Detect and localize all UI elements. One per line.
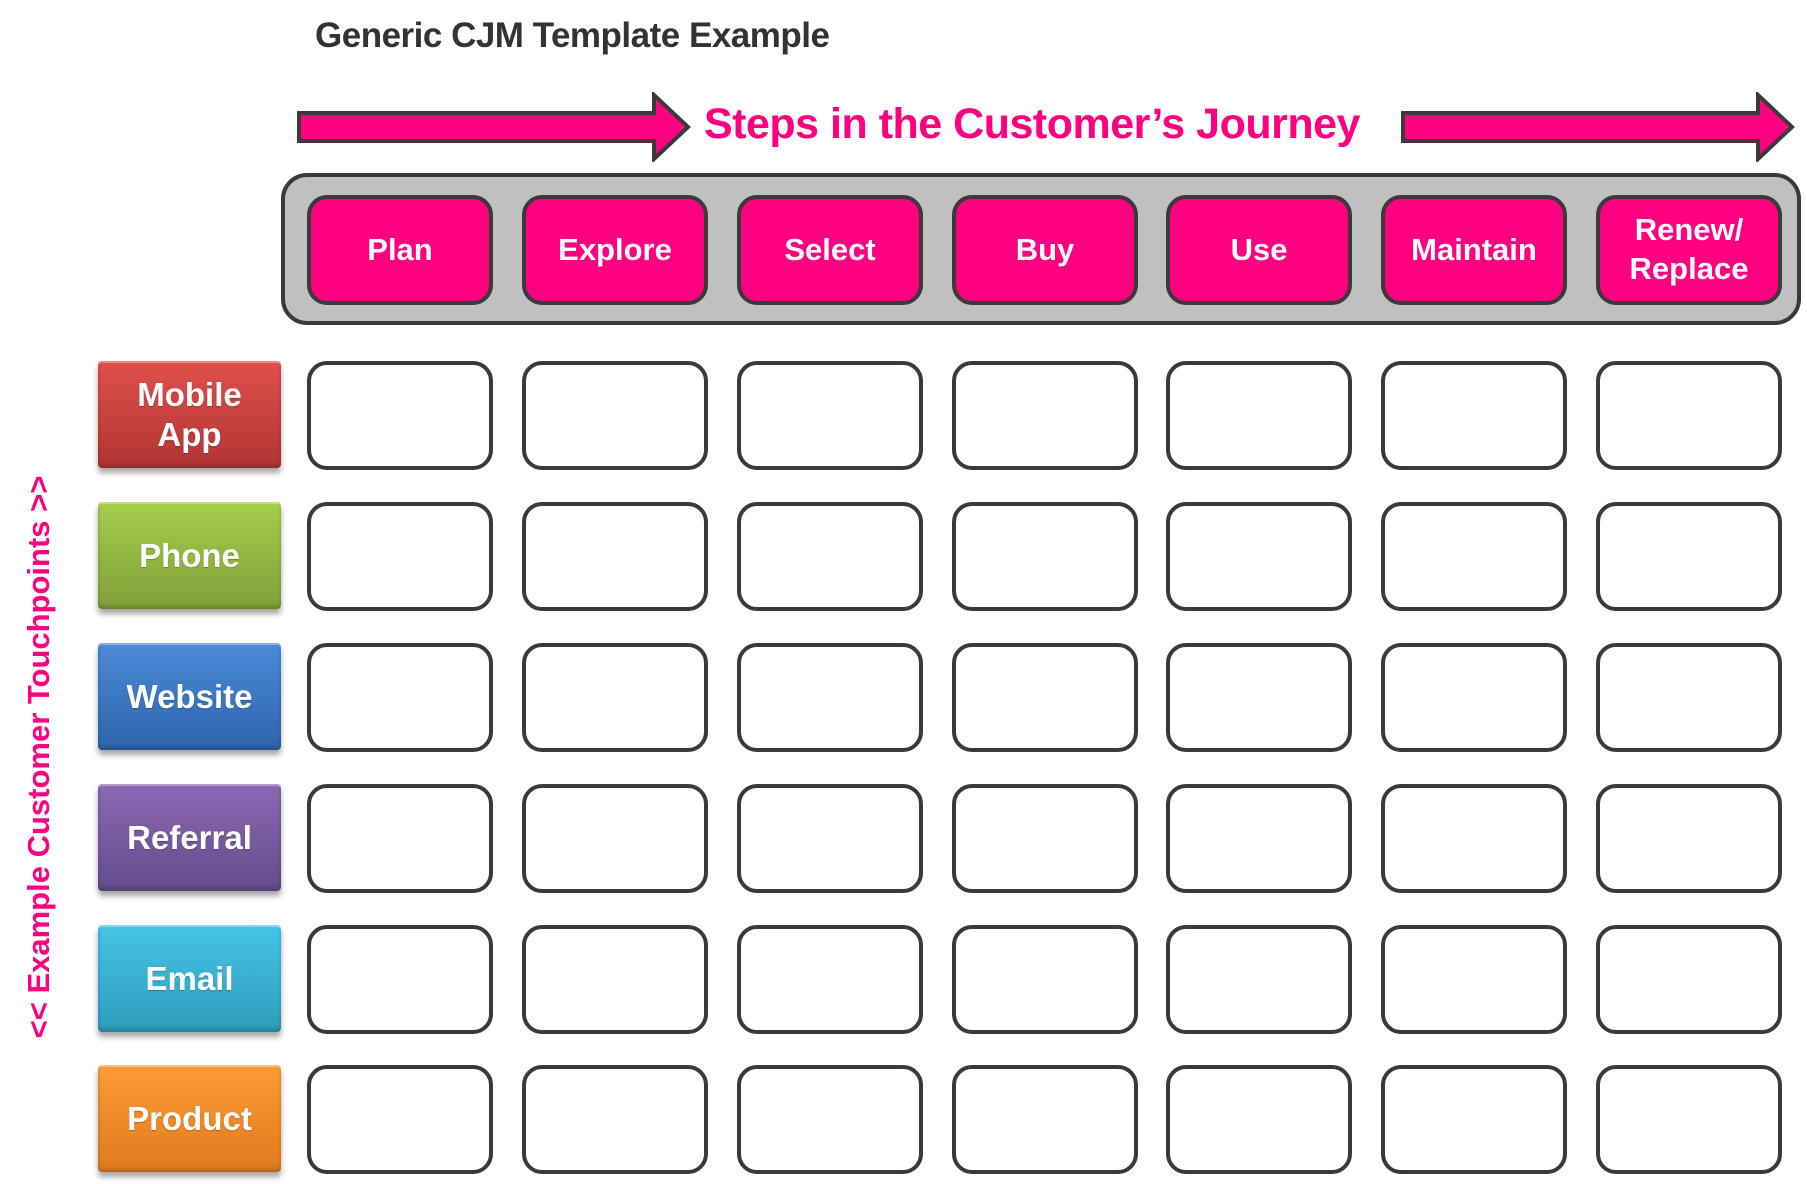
touchpoint-email[interactable]: Email xyxy=(98,925,281,1032)
touchpoints-axis-label: << Example Customer Touchpoints >> xyxy=(21,475,56,1039)
touchpoint-phone[interactable]: Phone xyxy=(98,502,281,609)
grid-cell-referral-use[interactable] xyxy=(1166,784,1352,893)
grid-cell-product-buy[interactable] xyxy=(952,1065,1138,1174)
step-buy[interactable]: Buy xyxy=(952,195,1138,305)
step-use[interactable]: Use xyxy=(1166,195,1352,305)
page-title: Generic CJM Template Example xyxy=(315,16,830,55)
journey-heading: Steps in the Customer’s Journey xyxy=(704,100,1360,148)
grid-cell-product-renew-replace[interactable] xyxy=(1596,1065,1782,1174)
touchpoint-website[interactable]: Website xyxy=(98,643,281,750)
grid-cell-website-select[interactable] xyxy=(737,643,923,752)
grid-cell-phone-select[interactable] xyxy=(737,502,923,611)
grid-cell-product-explore[interactable] xyxy=(522,1065,708,1174)
grid-cell-mobile-app-select[interactable] xyxy=(737,361,923,470)
grid-cell-website-buy[interactable] xyxy=(952,643,1138,752)
touchpoint-referral[interactable]: Referral xyxy=(98,784,281,891)
grid-cell-referral-buy[interactable] xyxy=(952,784,1138,893)
grid-cell-email-use[interactable] xyxy=(1166,925,1352,1034)
touchpoint-mobile-app[interactable]: Mobile App xyxy=(98,361,281,468)
grid-cell-referral-renew-replace[interactable] xyxy=(1596,784,1782,893)
left-arrow-icon xyxy=(297,92,691,162)
grid-cell-email-renew-replace[interactable] xyxy=(1596,925,1782,1034)
step-explore[interactable]: Explore xyxy=(522,195,708,305)
grid-cell-website-use[interactable] xyxy=(1166,643,1352,752)
grid-cell-referral-maintain[interactable] xyxy=(1381,784,1567,893)
step-maintain[interactable]: Maintain xyxy=(1381,195,1567,305)
grid-cell-product-plan[interactable] xyxy=(307,1065,493,1174)
grid-cell-website-plan[interactable] xyxy=(307,643,493,752)
grid-cell-email-plan[interactable] xyxy=(307,925,493,1034)
grid-cell-product-maintain[interactable] xyxy=(1381,1065,1567,1174)
grid-cell-phone-buy[interactable] xyxy=(952,502,1138,611)
grid-cell-mobile-app-maintain[interactable] xyxy=(1381,361,1567,470)
grid-cell-mobile-app-explore[interactable] xyxy=(522,361,708,470)
grid-cell-website-maintain[interactable] xyxy=(1381,643,1567,752)
grid-cell-website-renew-replace[interactable] xyxy=(1596,643,1782,752)
grid-cell-phone-use[interactable] xyxy=(1166,502,1352,611)
grid-cell-mobile-app-use[interactable] xyxy=(1166,361,1352,470)
grid-cell-product-use[interactable] xyxy=(1166,1065,1352,1174)
grid-cell-phone-maintain[interactable] xyxy=(1381,502,1567,611)
touchpoint-product[interactable]: Product xyxy=(98,1065,281,1172)
grid-cell-referral-plan[interactable] xyxy=(307,784,493,893)
grid-cell-mobile-app-plan[interactable] xyxy=(307,361,493,470)
grid-cell-mobile-app-renew-replace[interactable] xyxy=(1596,361,1782,470)
grid-cell-referral-select[interactable] xyxy=(737,784,923,893)
step-renew-replace[interactable]: Renew/ Replace xyxy=(1596,195,1782,305)
grid-cell-email-explore[interactable] xyxy=(522,925,708,1034)
right-arrow-icon xyxy=(1401,92,1795,162)
grid-cell-product-select[interactable] xyxy=(737,1065,923,1174)
grid-cell-email-buy[interactable] xyxy=(952,925,1138,1034)
grid-cell-phone-plan[interactable] xyxy=(307,502,493,611)
step-select[interactable]: Select xyxy=(737,195,923,305)
step-plan[interactable]: Plan xyxy=(307,195,493,305)
grid-cell-referral-explore[interactable] xyxy=(522,784,708,893)
grid-cell-phone-explore[interactable] xyxy=(522,502,708,611)
grid-cell-website-explore[interactable] xyxy=(522,643,708,752)
grid-cell-mobile-app-buy[interactable] xyxy=(952,361,1138,470)
grid-cell-phone-renew-replace[interactable] xyxy=(1596,502,1782,611)
grid-cell-email-select[interactable] xyxy=(737,925,923,1034)
grid-cell-email-maintain[interactable] xyxy=(1381,925,1567,1034)
